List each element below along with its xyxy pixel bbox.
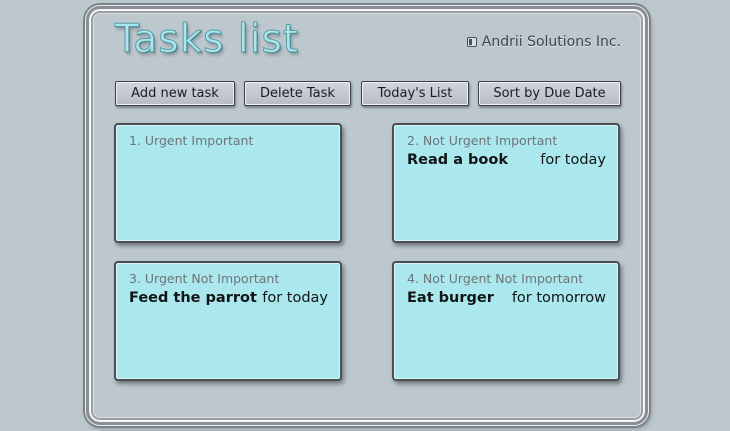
delete-task-button[interactable]: Delete Task: [244, 81, 351, 106]
quadrant-header: 4. Not Urgent Not Important: [407, 271, 584, 286]
task-due: for today: [540, 152, 606, 168]
quadrant-urgent-important[interactable]: 1. Urgent Important: [114, 123, 342, 243]
quadrant-not-urgent-not-important[interactable]: 4. Not Urgent Not Important Eat burger f…: [392, 261, 620, 381]
task-name: Feed the parrot: [129, 290, 257, 306]
task-name: Eat burger: [407, 290, 494, 306]
copyright-icon: [466, 37, 477, 47]
add-task-button[interactable]: Add new task: [115, 81, 235, 106]
quadrant-header: 2. Not Urgent Important: [407, 133, 558, 148]
task-item[interactable]: Eat burger for tomorrow: [407, 290, 606, 306]
todays-list-button[interactable]: Today's List: [361, 81, 469, 106]
quadrant-header: 1. Urgent Important: [129, 133, 254, 148]
task-item[interactable]: Feed the parrot for today: [129, 290, 328, 306]
app-title: Tasks list: [114, 17, 300, 63]
task-due: for today: [262, 290, 328, 306]
quadrant-urgent-not-important[interactable]: 3. Urgent Not Important Feed the parrot …: [114, 261, 342, 381]
quadrant-not-urgent-important[interactable]: 2. Not Urgent Important Read a book for …: [392, 123, 620, 243]
company-label: Andrii Solutions Inc.: [466, 34, 621, 50]
company-name: Andrii Solutions Inc.: [481, 34, 621, 50]
task-item[interactable]: Read a book for today: [407, 152, 606, 168]
quadrant-header: 3. Urgent Not Important: [129, 271, 280, 286]
app-window: Tasks list Andrii Solutions Inc. Add new…: [86, 6, 648, 425]
sort-by-due-date-button[interactable]: Sort by Due Date: [478, 81, 621, 106]
task-name: Read a book: [407, 152, 508, 168]
task-due: for tomorrow: [511, 290, 606, 306]
